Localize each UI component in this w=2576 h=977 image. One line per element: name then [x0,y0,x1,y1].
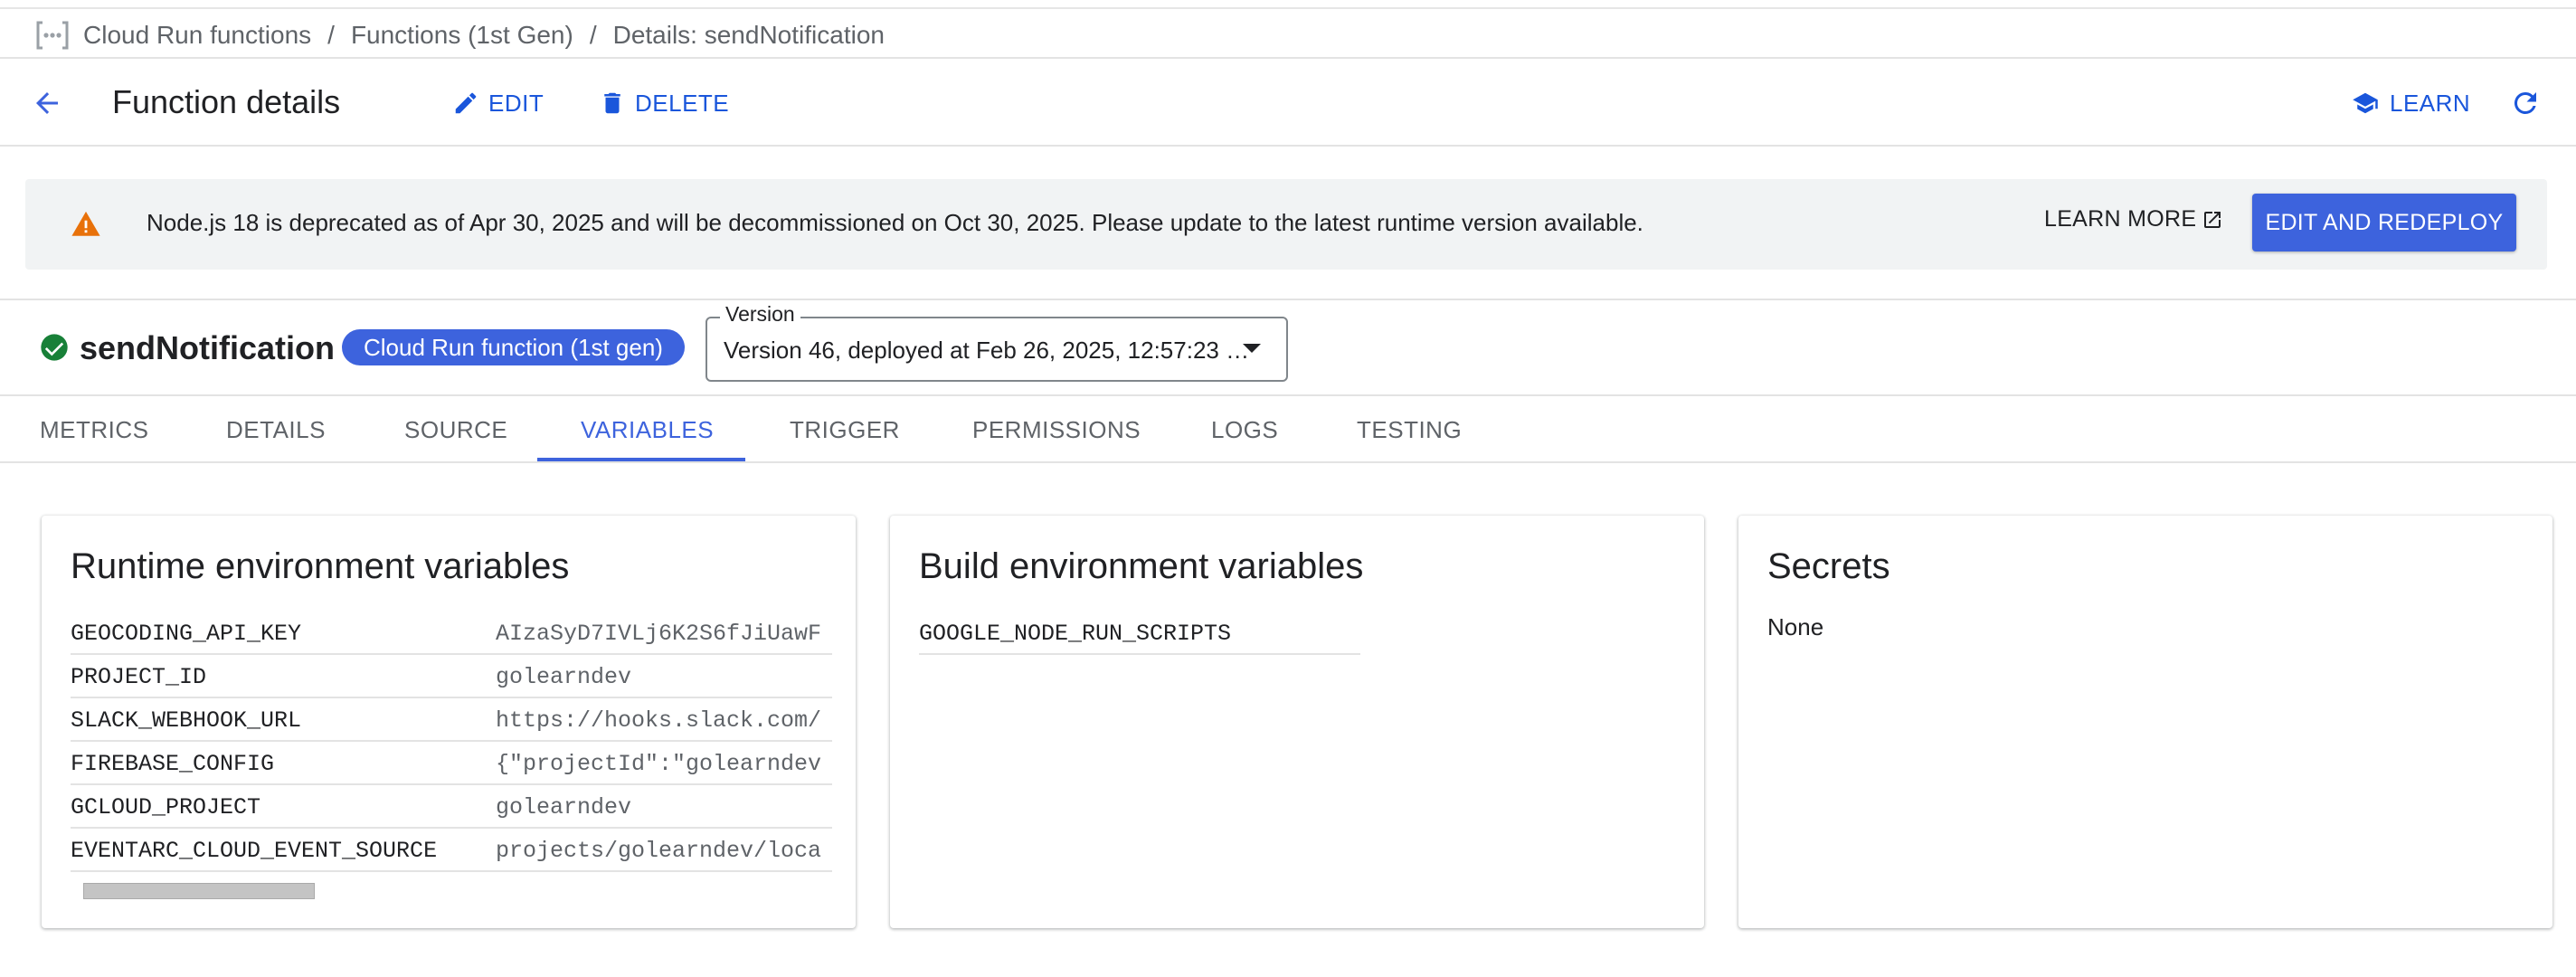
env-value: golearndev [496,794,632,820]
runtime-env-table: GEOCODING_API_KEY AIzaSyD7IVLj6K2S6fJiUa… [71,612,832,872]
tab-trigger[interactable]: TRIGGER [790,396,900,463]
delete-button[interactable]: DELETE [599,81,729,125]
edit-button[interactable]: EDIT [452,81,544,125]
runtime-env-title: Runtime environment variables [71,546,570,586]
env-key: GOOGLE_NODE_RUN_SCRIPTS [919,621,1232,647]
function-name: sendNotification [80,329,336,366]
runtime-env-card: Runtime environment variables GEOCODING_… [42,516,856,928]
breadcrumb-separator: / [589,21,597,49]
horizontal-scrollbar[interactable] [83,883,315,899]
breadcrumb-item-details: Details: sendNotification [612,21,885,49]
warning-icon [71,211,100,236]
table-row: PROJECT_ID golearndev [71,655,832,698]
secrets-card: Secrets None [1738,516,2552,928]
env-key: FIREBASE_CONFIG [71,751,275,777]
page-header: Function details EDIT DELETE LEARN [0,60,2576,145]
env-value: projects/golearndev/loca [496,838,822,864]
table-row: GEOCODING_API_KEY AIzaSyD7IVLj6K2S6fJiUa… [71,612,832,655]
page-title: Function details [112,83,341,120]
breadcrumb-separator: / [327,21,335,49]
pencil-icon [455,92,477,114]
tab-logs[interactable]: LOGS [1211,396,1278,463]
build-env-title: Build environment variables [919,546,1364,586]
env-key: GEOCODING_API_KEY [71,621,302,647]
function-type-chip: Cloud Run function (1st gen) [342,329,685,365]
table-row: GCLOUD_PROJECT golearndev [71,785,832,829]
school-icon [2353,92,2378,114]
dropdown-arrow-icon [1243,344,1261,353]
banner-message: Node.js 18 is deprecated as of Apr 30, 2… [147,209,1643,236]
build-env-card: Build environment variables GOOGLE_NODE_… [890,516,1704,928]
env-key: SLACK_WEBHOOK_URL [71,707,302,734]
deprecation-banner: Node.js 18 is deprecated as of Apr 30, 2… [25,179,2547,270]
learn-more-link[interactable]: LEARN MORE [2044,206,2223,232]
edit-button-label: EDIT [488,89,545,117]
secrets-empty-text: None [1767,613,1824,640]
version-select[interactable]: Version Version 46, deployed at Feb 26, … [706,302,1288,382]
env-key: PROJECT_ID [71,664,207,690]
breadcrumb: Cloud Run functions / Functions (1st Gen… [34,13,885,58]
table-row: FIREBASE_CONFIG {"projectId":"golearndev [71,742,832,785]
env-value: golearndev [496,664,632,690]
env-value: https://hooks.slack.com/ [496,707,822,734]
check-circle-icon [41,334,68,361]
tab-details[interactable]: DETAILS [226,396,326,463]
function-summary: sendNotification Cloud Run function (1st… [0,302,2576,394]
divider [0,57,2576,59]
divider [0,299,2576,300]
tab-source[interactable]: SOURCE [404,396,507,463]
tab-testing[interactable]: TESTING [1357,396,1462,463]
env-value: AIzaSyD7IVLj6K2S6fJiUawF [496,621,822,647]
learn-more-label: LEARN MORE [2044,206,2197,232]
table-row: SLACK_WEBHOOK_URL https://hooks.slack.co… [71,698,832,742]
table-row: EVENTARC_CLOUD_EVENT_SOURCE projects/gol… [71,829,832,872]
divider [0,145,2576,147]
tab-metrics[interactable]: METRICS [40,396,149,463]
delete-button-label: DELETE [635,89,730,117]
breadcrumb-item-cloud-run-functions[interactable]: Cloud Run functions [83,21,311,50]
open-in-new-icon [2204,211,2221,228]
back-button[interactable] [25,81,69,125]
breadcrumb-item-functions-1st-gen[interactable]: Functions (1st Gen) [351,21,573,50]
learn-button[interactable]: LEARN [2350,81,2470,125]
env-key: EVENTARC_CLOUD_EVENT_SOURCE [71,838,438,864]
arrow-back-icon [36,92,58,114]
secrets-title: Secrets [1767,546,1890,586]
refresh-icon [2514,91,2536,114]
version-label: Version [720,302,800,327]
cloud-functions-logo-icon [34,19,71,52]
edit-and-redeploy-button[interactable]: EDIT AND REDEPLOY [2252,194,2516,251]
trash-icon [604,92,620,114]
divider [0,461,2576,463]
env-value: {"projectId":"golearndev [496,751,822,777]
tab-variables[interactable]: VARIABLES [581,396,714,463]
table-row: GOOGLE_NODE_RUN_SCRIPTS [919,612,1360,655]
env-key: GCLOUD_PROJECT [71,794,261,820]
version-value: Version 46, deployed at Feb 26, 2025, 12… [724,337,1250,364]
refresh-button[interactable] [2509,81,2551,125]
learn-button-label: LEARN [2390,89,2471,117]
tab-permissions[interactable]: PERMISSIONS [972,396,1141,463]
top-border [0,7,2576,9]
tab-bar: METRICS DETAILS SOURCE VARIABLES TRIGGER… [0,396,2576,463]
